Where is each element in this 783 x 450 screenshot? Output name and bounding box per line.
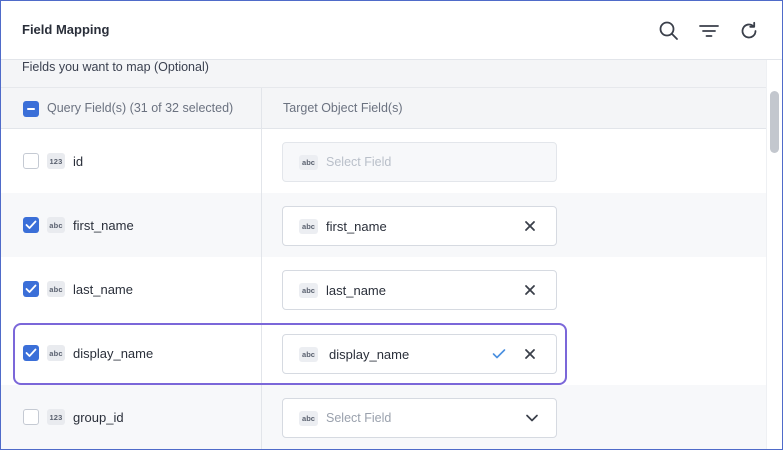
chevron-down-icon[interactable] bbox=[524, 410, 540, 426]
target-field-select[interactable]: abc display_name bbox=[282, 334, 557, 374]
field-mapping-panel: Field Mapping Fields you want to map (Op… bbox=[0, 0, 783, 450]
text-type-badge: abc bbox=[299, 283, 318, 298]
selected-field-value: display_name bbox=[329, 347, 410, 362]
row-divider bbox=[261, 385, 262, 449]
row-divider bbox=[261, 321, 262, 385]
column-header: Query Field(s) (31 of 32 selected) Targe… bbox=[1, 87, 766, 130]
text-type-badge: abc bbox=[299, 155, 318, 170]
text-type-badge: abc bbox=[47, 281, 65, 297]
row-checkbox[interactable] bbox=[23, 345, 39, 361]
select-all-checkbox[interactable] bbox=[23, 101, 39, 117]
scrollbar-thumb[interactable] bbox=[770, 91, 779, 153]
search-icon[interactable] bbox=[656, 18, 682, 44]
number-type-badge: 123 bbox=[47, 409, 65, 425]
text-type-badge: abc bbox=[47, 345, 65, 361]
query-field-name: first_name bbox=[73, 218, 134, 233]
text-type-badge: abc bbox=[299, 347, 318, 362]
clear-icon[interactable] bbox=[522, 218, 538, 234]
refresh-icon[interactable] bbox=[736, 18, 762, 44]
row-checkbox[interactable] bbox=[23, 409, 39, 425]
selected-field-value: first_name bbox=[326, 219, 387, 234]
row-checkbox[interactable] bbox=[23, 217, 39, 233]
section-title-bar: Fields you want to map (Optional) bbox=[1, 60, 766, 87]
row-divider bbox=[261, 129, 262, 193]
select-placeholder: Select Field bbox=[326, 155, 392, 169]
select-placeholder: Select Field bbox=[326, 411, 392, 425]
table-row: 123 id abc Select Field bbox=[1, 129, 766, 193]
target-fields-header: Target Object Field(s) bbox=[283, 101, 403, 115]
table-row: abc first_name abc first_name bbox=[1, 193, 766, 257]
mapping-rows: 123 id abc Select Field abc first_name a… bbox=[1, 129, 766, 449]
text-type-badge: abc bbox=[299, 411, 318, 426]
target-field-select[interactable]: abc last_name bbox=[282, 270, 557, 310]
panel-header: Field Mapping bbox=[1, 1, 782, 60]
text-type-badge: abc bbox=[299, 219, 318, 234]
query-field-name: id bbox=[73, 154, 84, 169]
clear-icon[interactable] bbox=[522, 346, 538, 362]
table-row: 123 group_id abc Select Field bbox=[1, 385, 766, 449]
section-title: Fields you want to map (Optional) bbox=[22, 60, 209, 74]
table-row: abc display_name abc display_name bbox=[1, 321, 766, 385]
column-divider bbox=[261, 88, 262, 130]
row-divider bbox=[261, 193, 262, 257]
target-field-select[interactable]: abc first_name bbox=[282, 206, 557, 246]
check-icon bbox=[491, 346, 507, 362]
target-field-select[interactable]: abc Select Field bbox=[282, 398, 557, 438]
query-fields-header: Query Field(s) (31 of 32 selected) bbox=[47, 101, 234, 115]
row-checkbox[interactable] bbox=[23, 153, 39, 169]
row-checkbox[interactable] bbox=[23, 281, 39, 297]
page-title: Field Mapping bbox=[22, 22, 110, 37]
row-divider bbox=[261, 257, 262, 321]
query-field-name: display_name bbox=[73, 346, 154, 361]
filter-icon[interactable] bbox=[696, 18, 722, 44]
number-type-badge: 123 bbox=[47, 153, 65, 169]
table-row: abc last_name abc last_name bbox=[1, 257, 766, 321]
clear-icon[interactable] bbox=[522, 282, 538, 298]
query-field-name: group_id bbox=[73, 410, 124, 425]
selected-field-value: last_name bbox=[326, 283, 386, 298]
target-field-select: abc Select Field bbox=[282, 142, 557, 182]
text-type-badge: abc bbox=[47, 217, 65, 233]
query-field-name: last_name bbox=[73, 282, 133, 297]
